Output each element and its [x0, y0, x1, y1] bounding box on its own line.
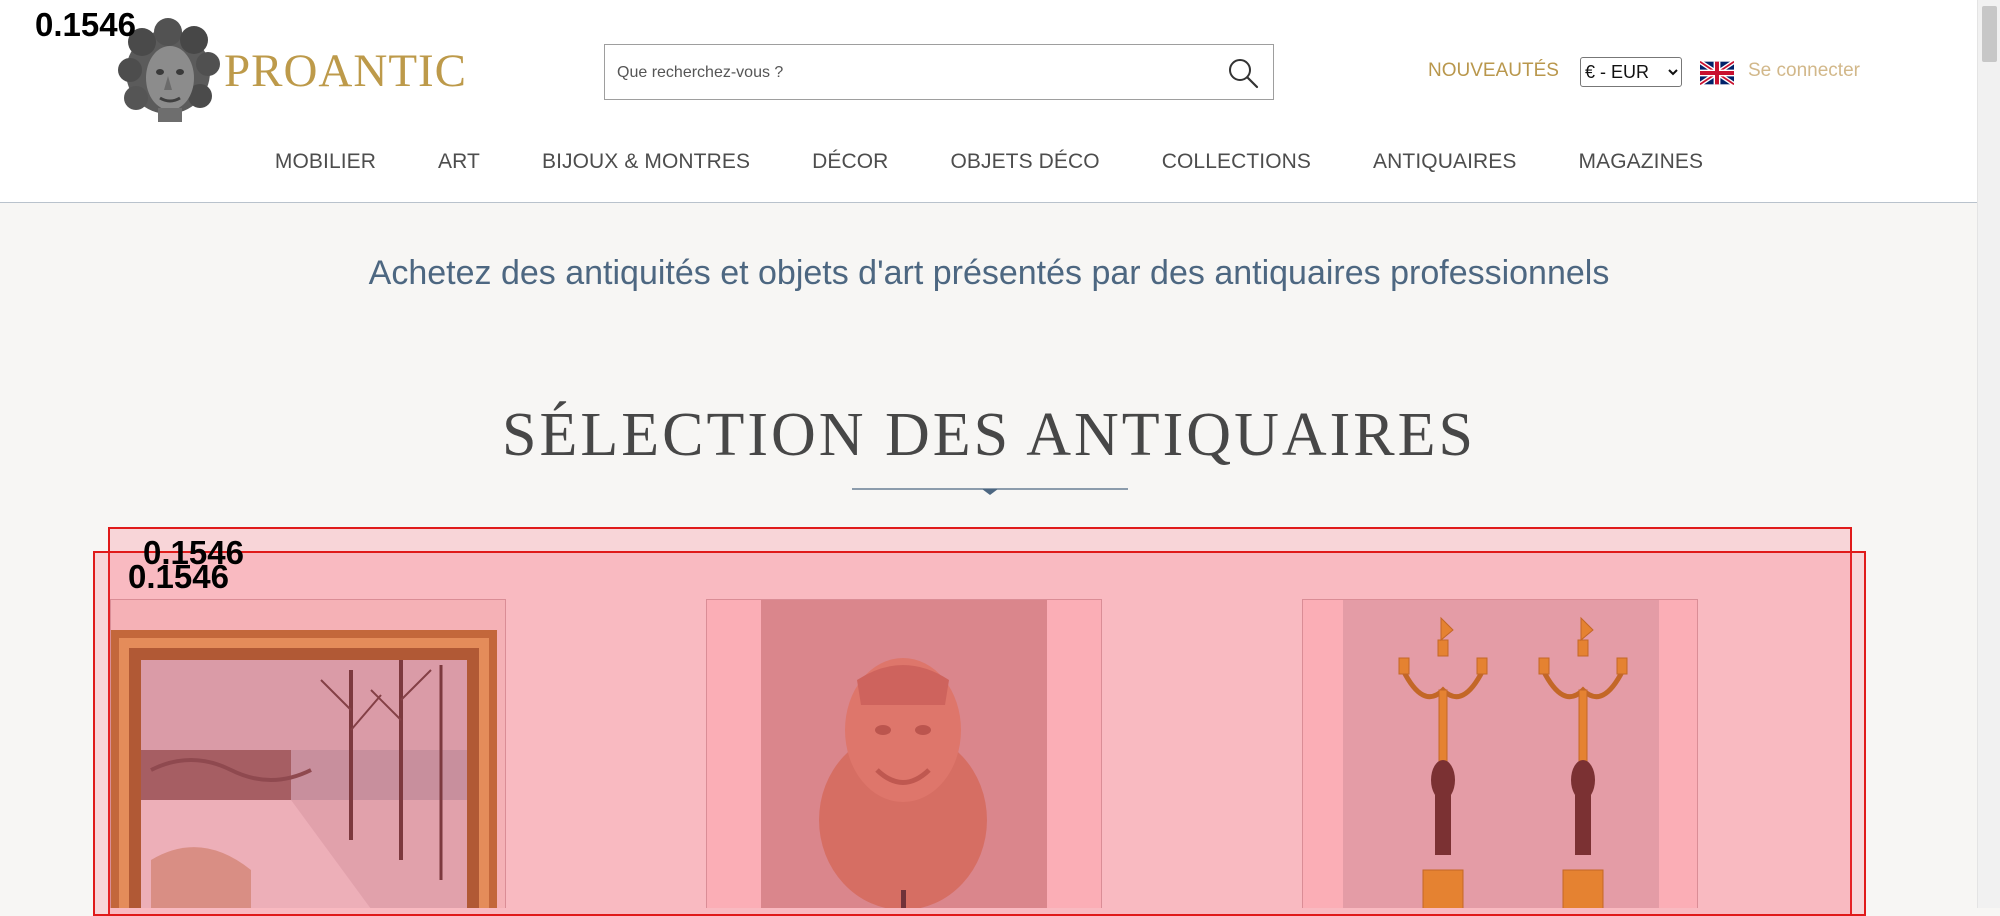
- score-label-box2: 0.1546: [128, 558, 229, 595]
- score-label-top: 0.1546: [35, 6, 136, 43]
- nav-item-decor[interactable]: DÉCOR: [812, 150, 888, 178]
- title-divider: [852, 488, 1128, 495]
- search-box: [604, 44, 1274, 100]
- nav-item-bijoux-montres[interactable]: BIJOUX & MONTRES: [542, 150, 750, 178]
- site-header: PROANTIC NOUVEAUTÉS € - EUR Se connecter…: [0, 0, 1978, 203]
- nav-item-antiquaires[interactable]: ANTIQUAIRES: [1373, 150, 1516, 178]
- nav-item-collections[interactable]: COLLECTIONS: [1162, 150, 1311, 178]
- brand-name[interactable]: PROANTIC: [224, 44, 467, 98]
- nav-item-objets-deco[interactable]: OBJETS DÉCO: [950, 150, 1099, 178]
- new-arrivals-link[interactable]: NOUVEAUTÉS: [1428, 60, 1559, 82]
- nav-item-mobilier[interactable]: MOBILIER: [275, 150, 376, 178]
- highlight-box-2: [93, 551, 1866, 916]
- scrollbar-thumb[interactable]: [1982, 6, 1997, 62]
- tagline: Achetez des antiquités et objets d'art p…: [368, 254, 1610, 292]
- section-title: SÉLECTION DES ANTIQUAIRES: [502, 401, 1476, 469]
- search-input[interactable]: [615, 55, 1199, 91]
- main-nav: MOBILIER ART BIJOUX & MONTRES DÉCOR OBJE…: [0, 150, 1978, 178]
- nav-item-magazines[interactable]: MAGAZINES: [1579, 150, 1704, 178]
- currency-select[interactable]: € - EUR: [1580, 57, 1682, 87]
- login-link[interactable]: Se connecter: [1748, 60, 1860, 82]
- page-scrollbar[interactable]: [1977, 0, 2000, 908]
- search-icon[interactable]: [1225, 55, 1261, 91]
- nav-item-art[interactable]: ART: [438, 150, 480, 178]
- uk-flag-icon[interactable]: [1700, 61, 1734, 85]
